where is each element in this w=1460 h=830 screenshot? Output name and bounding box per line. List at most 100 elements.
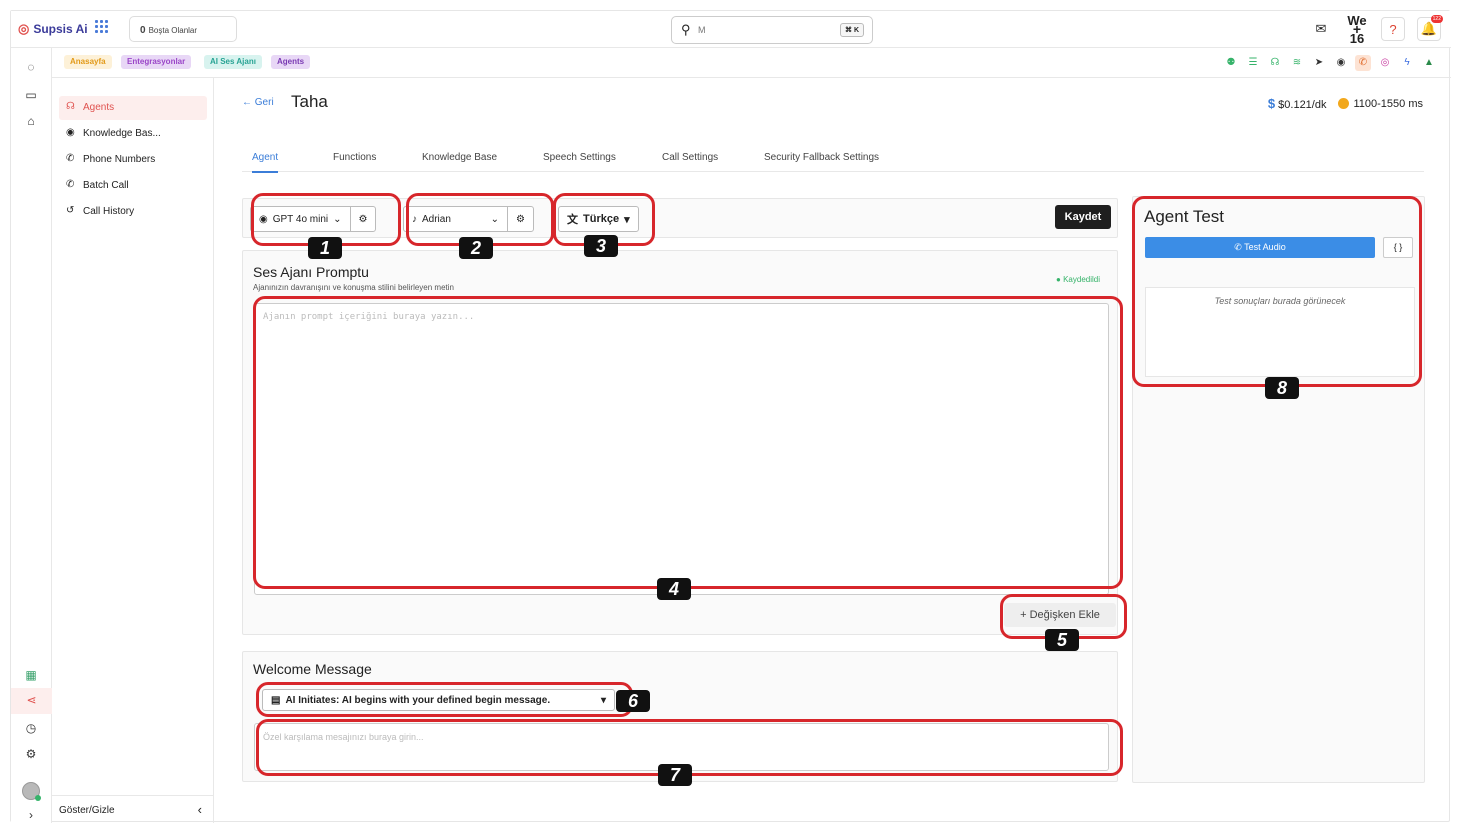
model-selector: ◉ GPT 4o mini ⌄ ⚙ bbox=[250, 206, 377, 232]
channel-icons: ⚉ ☰ ☊ ≋ ➤ ◉ ✆ ◎ ϟ ▲ bbox=[1223, 55, 1437, 71]
annotation-number-6: 6 bbox=[616, 690, 650, 712]
chevron-down-icon: ⌄ bbox=[490, 213, 499, 225]
agent-test-title: Agent Test bbox=[1144, 207, 1225, 226]
price-per-minute: $0.121/dk bbox=[1278, 99, 1327, 111]
idle-label: Boşta Olanlar bbox=[148, 26, 198, 35]
list-icon[interactable]: ☰ bbox=[1245, 55, 1261, 71]
sidebar-item-phone-numbers[interactable]: ✆ Phone Numbers bbox=[59, 148, 207, 172]
sidebar-item-batch-call[interactable]: ✆ Batch Call bbox=[59, 174, 207, 198]
voice-icon[interactable]: ☊ bbox=[1267, 55, 1283, 71]
breadcrumb-home[interactable]: Anasayfa bbox=[64, 55, 112, 69]
web-icon[interactable]: ◉ bbox=[1333, 55, 1349, 71]
latency-range: 1100-1550 ms bbox=[1353, 97, 1423, 110]
sidebar-item-call-history[interactable]: ↺ Call History bbox=[59, 200, 207, 224]
voice-value: Adrian bbox=[422, 213, 451, 225]
phone-icon: ✆ bbox=[66, 179, 75, 190]
icon-rail: ◌ ▭ ⌂ ▦ ⋖ ◷ ⚙ › bbox=[11, 48, 52, 823]
model-value: GPT 4o mini bbox=[272, 213, 329, 225]
test-results-area: Test sonuçları burada görünecek bbox=[1145, 287, 1415, 377]
language-dropdown[interactable]: 文 Türkçe ▾ bbox=[558, 206, 639, 232]
test-audio-button[interactable]: ✆ Test Audio bbox=[1145, 237, 1375, 258]
breadcrumb-integrations[interactable]: Entegrasyonlar bbox=[121, 55, 192, 69]
gear-icon: ⚙ bbox=[516, 213, 525, 225]
caret-down-icon: ▾ bbox=[600, 694, 606, 706]
prompt-title: Ses Ajanı Promptu bbox=[253, 264, 369, 280]
search-input[interactable]: ⚲ M ⌘ K bbox=[671, 16, 873, 44]
tab-call-settings[interactable]: Call Settings bbox=[662, 152, 718, 163]
agent-test-panel: Agent Test ✆ Test Audio { } Test sonuçla… bbox=[1132, 196, 1425, 783]
app-logo[interactable]: ◎ Supsis Ai bbox=[18, 21, 88, 37]
welcome-mode-dropdown[interactable]: ▤ AI Initiates: AI begins with your defin… bbox=[262, 689, 615, 711]
help-icon[interactable]: ? bbox=[1381, 17, 1405, 41]
welcome-title: Welcome Message bbox=[253, 661, 372, 677]
android-icon[interactable]: ▲ bbox=[1421, 55, 1437, 71]
bot-icon[interactable]: ⚉ bbox=[1223, 55, 1239, 71]
phone-icon: ✆ bbox=[1234, 242, 1242, 252]
share-icon[interactable]: ⋖ bbox=[11, 688, 52, 714]
week-button[interactable]: We +16 bbox=[1345, 14, 1369, 45]
dashboard-icon[interactable]: ▦ bbox=[23, 668, 39, 684]
voice-dropdown[interactable]: ♪ Adrian ⌄ bbox=[404, 207, 508, 231]
sidebar-item-knowledge-base[interactable]: ◉ Knowledge Bas... bbox=[59, 122, 207, 146]
annotation-number-4: 4 bbox=[657, 578, 691, 600]
voice-selector: ♪ Adrian ⌄ ⚙ bbox=[403, 206, 534, 232]
code-button[interactable]: { } bbox=[1383, 237, 1413, 258]
annotation-number-5: 5 bbox=[1045, 629, 1079, 651]
prompt-textarea[interactable]: Ajanın prompt içeriğini buraya yazın... bbox=[254, 303, 1109, 595]
avatar[interactable] bbox=[22, 782, 41, 801]
music-note-icon: ♪ bbox=[412, 213, 417, 225]
inbox-icon[interactable]: ⌂ bbox=[23, 114, 39, 130]
id-card-icon[interactable]: ▭ bbox=[23, 88, 39, 104]
back-link[interactable]: ← Geri bbox=[242, 97, 274, 108]
bulb-icon: ◉ bbox=[66, 127, 75, 138]
wifi-icon[interactable]: ≋ bbox=[1289, 55, 1305, 71]
tab-security-fallback[interactable]: Security Fallback Settings bbox=[764, 152, 879, 163]
top-bar: ◎ Supsis Ai 0 Boşta Olanlar ⚲ M ⌘ K ✉ We … bbox=[11, 11, 1451, 48]
annotation-number-1: 1 bbox=[308, 237, 342, 259]
model-settings-button[interactable]: ⚙ bbox=[351, 207, 376, 231]
bulb-icon: ◉ bbox=[259, 213, 268, 225]
history-icon: ↺ bbox=[66, 205, 75, 216]
app-window: ◎ Supsis Ai 0 Boşta Olanlar ⚲ M ⌘ K ✉ We … bbox=[10, 10, 1451, 823]
save-button[interactable]: Kaydet bbox=[1055, 205, 1111, 229]
clock-icon[interactable]: ◷ bbox=[23, 721, 39, 737]
prompt-subtitle: Ajanınızın davranışını ve konuşma stilin… bbox=[253, 283, 454, 292]
notification-badge: 122 bbox=[1430, 15, 1443, 23]
annotation-number-3: 3 bbox=[584, 235, 618, 257]
week-number: 16 bbox=[1349, 30, 1365, 46]
breadcrumb-agents[interactable]: Agents bbox=[271, 55, 311, 69]
tab-agent[interactable]: Agent bbox=[252, 152, 279, 173]
model-dropdown[interactable]: ◉ GPT 4o mini ⌄ bbox=[251, 207, 351, 231]
pricing-info: $ $0.121/dk 1100-1550 ms bbox=[1268, 96, 1423, 111]
translate-icon: 文 bbox=[567, 214, 578, 226]
toggle-sidebar-button[interactable]: Göster/Gizle ‹ bbox=[52, 795, 214, 823]
message-icon: ▤ bbox=[271, 694, 281, 706]
messenger-icon[interactable]: ϟ bbox=[1399, 55, 1415, 71]
apps-grid-icon[interactable] bbox=[95, 20, 108, 33]
search-value: M bbox=[698, 25, 706, 35]
saved-status: ● Kaydedildi bbox=[1056, 275, 1100, 284]
sidebar-item-agents[interactable]: ☊ Agents bbox=[59, 96, 207, 120]
main-content: ← Geri Taha $ $0.121/dk 1100-1550 ms Age… bbox=[214, 78, 1451, 823]
settings-icon[interactable]: ⚙ bbox=[23, 747, 39, 763]
tab-functions[interactable]: Functions bbox=[333, 152, 376, 163]
whatsapp-icon[interactable]: ✆ bbox=[1355, 55, 1371, 71]
tab-knowledge-base[interactable]: Knowledge Base bbox=[422, 152, 497, 163]
mail-icon[interactable]: ✉ bbox=[1309, 17, 1333, 41]
expand-chevron-icon[interactable]: › bbox=[23, 808, 39, 824]
logo-icon: ◎ bbox=[18, 21, 30, 36]
chat-icon[interactable]: ◌ bbox=[23, 60, 39, 76]
voice-settings-button[interactable]: ⚙ bbox=[508, 207, 533, 231]
welcome-mode-value: AI Initiates: AI begins with your define… bbox=[285, 694, 551, 706]
search-icon: ⚲ bbox=[681, 22, 691, 37]
breadcrumb-ai-voice[interactable]: AI Ses Ajanı bbox=[204, 55, 262, 69]
instagram-icon[interactable]: ◎ bbox=[1377, 55, 1393, 71]
idle-agents-button[interactable]: 0 Boşta Olanlar bbox=[129, 16, 237, 42]
sidebar-item-label: Agents bbox=[83, 102, 115, 113]
bell-icon[interactable]: 🔔 122 bbox=[1417, 15, 1443, 41]
idle-count: 0 bbox=[140, 25, 146, 36]
add-variable-button[interactable]: + Değişken Ekle bbox=[1004, 603, 1116, 627]
telegram-icon[interactable]: ➤ bbox=[1311, 55, 1327, 71]
tab-speech-settings[interactable]: Speech Settings bbox=[543, 152, 616, 163]
sidebar-item-label: Knowledge Bas... bbox=[83, 128, 161, 139]
